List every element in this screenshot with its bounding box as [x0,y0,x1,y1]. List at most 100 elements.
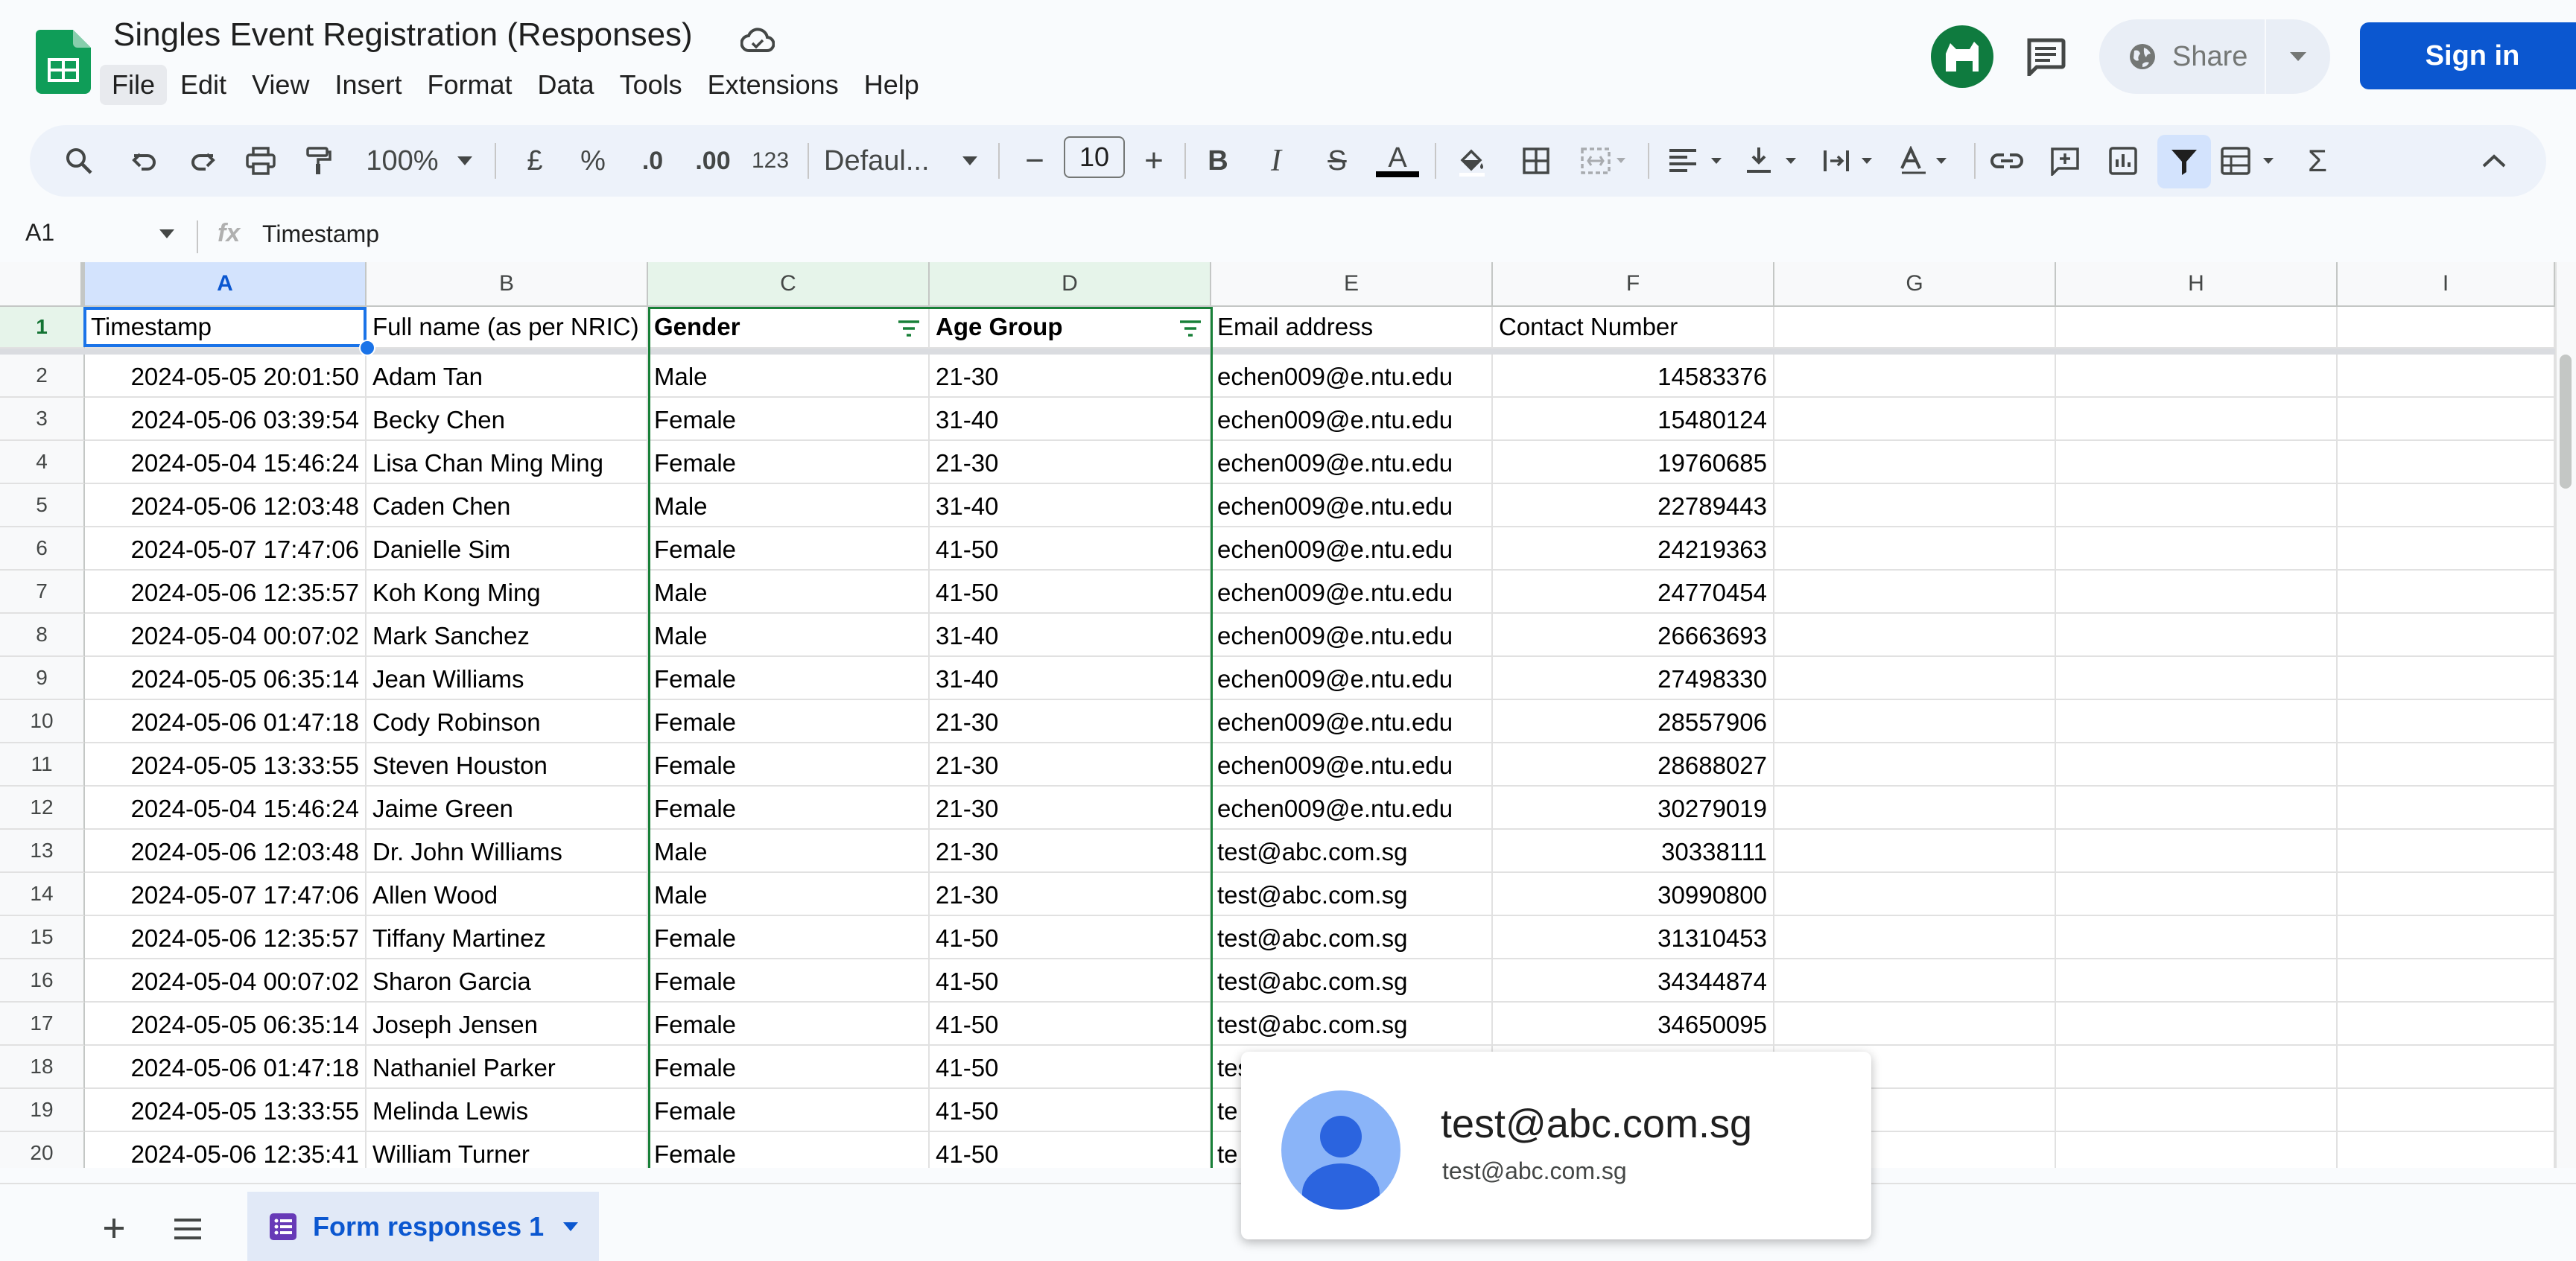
table-cell[interactable]: echen009@e.ntu.edu [1211,700,1493,743]
menu-help[interactable]: Help [852,65,931,105]
table-cell[interactable] [2338,873,2555,916]
table-cell[interactable]: Jaime Green [367,787,648,830]
table-cell[interactable]: 2024-05-05 06:35:14 [85,657,367,700]
table-cell[interactable]: Adam Tan [367,355,648,398]
table-cell[interactable]: Danielle Sim [367,527,648,571]
column-header-f[interactable]: F [1493,262,1774,307]
table-cell[interactable]: 2024-05-05 13:33:55 [85,743,367,787]
column-header-b[interactable]: B [367,262,648,307]
table-cell[interactable] [2056,1132,2338,1168]
row-header[interactable]: 18 [0,1046,85,1089]
table-cell[interactable]: 2024-05-04 15:46:24 [85,787,367,830]
table-cell[interactable]: 21-30 [930,743,1211,787]
table-cell[interactable]: 21-30 [930,873,1211,916]
table-cell[interactable] [1774,355,2056,398]
header-cell-c[interactable]: Gender [648,307,930,349]
fill-color-icon[interactable] [1451,125,1493,197]
table-cell[interactable]: 31310453 [1493,916,1774,959]
table-cell[interactable]: Joseph Jensen [367,1003,648,1046]
table-cell[interactable]: 2024-05-06 12:35:57 [85,571,367,614]
zoom-select[interactable]: 100% [358,125,447,197]
search-menus-icon[interactable] [58,125,100,197]
sheet-tab-chevron-down-icon[interactable] [563,1222,579,1231]
bold-button[interactable]: B [1199,125,1237,197]
decrease-decimal-button[interactable]: .0 [630,125,675,197]
table-cell[interactable] [1774,571,2056,614]
table-cell[interactable] [1774,614,2056,657]
italic-button[interactable]: I [1257,125,1295,197]
table-cell[interactable] [2056,1089,2338,1132]
insert-comment-icon[interactable] [2044,125,2086,197]
row-header[interactable]: 17 [0,1003,85,1046]
table-cell[interactable] [1774,441,2056,484]
table-cell[interactable]: 2024-05-06 12:03:48 [85,830,367,873]
font-chevron-down-icon[interactable] [955,125,985,197]
row-header[interactable]: 6 [0,527,85,571]
header-cell-h[interactable] [2056,307,2338,349]
table-cell[interactable] [1774,959,2056,1003]
name-box-chevron-down-icon[interactable] [159,229,174,238]
table-cell[interactable]: 19760685 [1493,441,1774,484]
table-cell[interactable] [2338,959,2555,1003]
table-cell[interactable]: 21-30 [930,830,1211,873]
table-cell[interactable] [2056,571,2338,614]
table-cell[interactable]: Female [648,916,930,959]
table-cell[interactable]: 14583376 [1493,355,1774,398]
table-cell[interactable]: 31-40 [930,614,1211,657]
table-cell[interactable]: Koh Kong Ming [367,571,648,614]
table-cell[interactable] [1774,527,2056,571]
table-cell[interactable]: 22789443 [1493,484,1774,527]
table-cell[interactable]: Melinda Lewis [367,1089,648,1132]
all-sheets-menu-icon[interactable] [170,1214,206,1244]
column-header-i[interactable]: I [2338,262,2555,307]
table-cell[interactable]: Female [648,700,930,743]
filter-views-icon[interactable] [2218,125,2282,197]
row-header[interactable]: 9 [0,657,85,700]
table-cell[interactable] [1774,484,2056,527]
header-cell-g[interactable] [1774,307,2056,349]
table-cell[interactable]: 21-30 [930,700,1211,743]
table-cell[interactable]: 30990800 [1493,873,1774,916]
row-header-1[interactable]: 1 [0,307,85,349]
comments-icon[interactable] [2025,37,2066,76]
menu-extensions[interactable]: Extensions [696,65,851,105]
table-cell[interactable] [2338,1089,2555,1132]
table-cell[interactable]: 2024-05-05 13:33:55 [85,1089,367,1132]
add-sheet-icon[interactable] [97,1211,131,1245]
row-header[interactable]: 20 [0,1132,85,1168]
formula-input[interactable]: Timestamp [262,220,379,248]
menu-edit[interactable]: Edit [168,65,238,105]
insert-link-icon[interactable] [1986,125,2028,197]
table-cell[interactable]: 2024-05-06 12:03:48 [85,484,367,527]
redo-icon[interactable] [182,125,223,197]
table-cell[interactable]: Cody Robinson [367,700,648,743]
table-cell[interactable]: Lisa Chan Ming Ming [367,441,648,484]
table-cell[interactable]: Female [648,1046,930,1089]
table-cell[interactable]: echen009@e.ntu.edu [1211,355,1493,398]
table-cell[interactable] [2056,830,2338,873]
gender-filter-icon[interactable] [895,317,922,340]
table-cell[interactable]: Steven Houston [367,743,648,787]
sign-in-button[interactable]: Sign in [2360,22,2576,89]
table-cell[interactable] [2056,787,2338,830]
row-header[interactable]: 7 [0,571,85,614]
table-cell[interactable]: 2024-05-04 00:07:02 [85,959,367,1003]
functions-button[interactable]: Σ [2299,125,2336,197]
table-cell[interactable]: Male [648,830,930,873]
text-wrapping-icon[interactable] [1821,125,1883,197]
decrease-font-size-button[interactable]: − [1016,125,1053,197]
table-cell[interactable]: Female [648,1132,930,1168]
document-title[interactable]: Singles Event Registration (Responses) [113,16,693,54]
table-cell[interactable] [1774,700,2056,743]
table-cell[interactable]: 2024-05-06 01:47:18 [85,1046,367,1089]
table-cell[interactable] [2338,1132,2555,1168]
table-cell[interactable]: Female [648,1089,930,1132]
text-rotation-icon[interactable] [1897,125,1959,197]
table-cell[interactable] [2338,657,2555,700]
column-header-d[interactable]: D [930,262,1211,307]
table-cell[interactable] [2338,700,2555,743]
column-header-g[interactable]: G [1774,262,2056,307]
table-cell[interactable]: test@abc.com.sg [1211,959,1493,1003]
age-group-filter-icon[interactable] [1177,317,1204,340]
table-cell[interactable]: 41-50 [930,1046,1211,1089]
